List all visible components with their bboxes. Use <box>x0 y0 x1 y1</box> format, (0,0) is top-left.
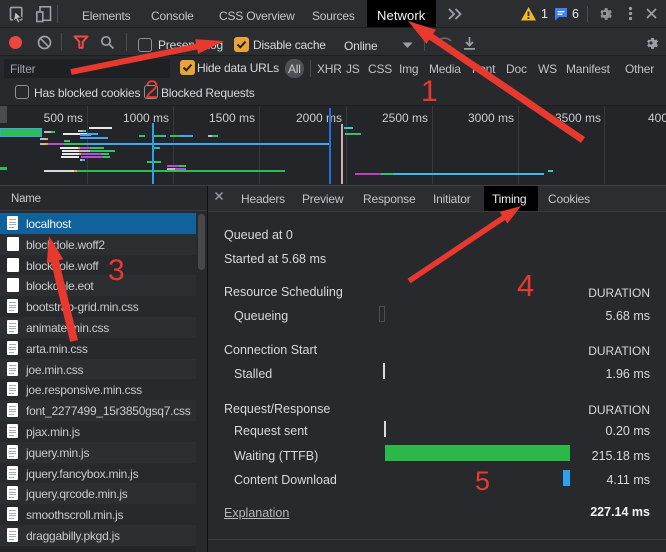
svg-text:5: 5 <box>475 466 490 496</box>
svg-text:4: 4 <box>517 268 534 303</box>
svg-text:1: 1 <box>421 75 438 108</box>
svg-text:2: 2 <box>145 76 159 104</box>
svg-text:3: 3 <box>108 254 125 287</box>
